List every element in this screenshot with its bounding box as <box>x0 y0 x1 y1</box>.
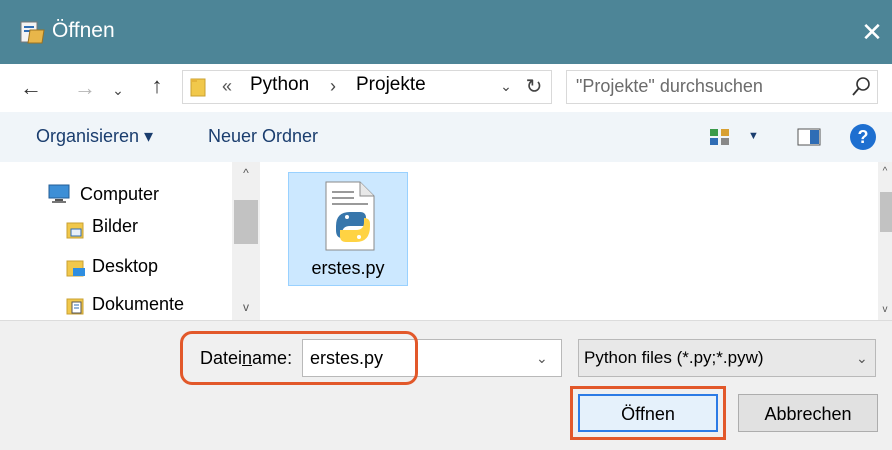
preview-pane-icon[interactable] <box>796 126 822 148</box>
scroll-down-arrow-icon[interactable]: v <box>236 300 256 316</box>
new-folder-button[interactable]: Neuer Ordner <box>208 126 318 147</box>
views-dropdown-icon[interactable]: ▼ <box>748 130 759 142</box>
title-bar <box>0 0 892 64</box>
sidebar-item-dokumente[interactable]: Dokumente <box>92 294 184 315</box>
file-name-label: erstes.py <box>311 258 385 278</box>
breadcrumb-overflow[interactable]: « <box>222 76 232 97</box>
scroll-thumb[interactable] <box>234 200 258 244</box>
window-title: Öffnen <box>52 19 115 42</box>
search-icon[interactable] <box>850 76 872 98</box>
computer-icon <box>46 184 74 204</box>
address-dropdown-button[interactable]: ⌄ <box>496 78 516 98</box>
filetype-dropdown-icon[interactable]: ⌄ <box>856 350 868 367</box>
sidebar-item-desktop[interactable]: Desktop <box>92 256 158 277</box>
filetype-value: Python files (*.py;*.pyw) <box>584 348 764 367</box>
documents-folder-icon <box>66 296 84 316</box>
desktop-folder-icon <box>66 258 86 278</box>
cancel-button-label: Abbrechen <box>764 404 852 424</box>
up-button[interactable]: ↑ <box>142 74 172 100</box>
filename-dropdown-icon[interactable]: ⌄ <box>536 350 548 367</box>
scroll-down-arrow-icon[interactable]: v <box>878 304 892 318</box>
help-icon[interactable]: ? <box>850 124 876 150</box>
breadcrumb-projekte[interactable]: Projekte <box>356 74 426 96</box>
scroll-up-arrow-icon[interactable]: ^ <box>878 166 892 180</box>
refresh-button[interactable]: ↻ <box>522 74 546 100</box>
forward-button[interactable]: → <box>70 76 100 100</box>
file-list-scrollbar[interactable] <box>878 162 892 320</box>
scroll-up-arrow-icon[interactable]: ^ <box>236 166 256 182</box>
back-button[interactable]: ← <box>16 76 46 100</box>
open-button-highlight-annotation <box>570 386 726 440</box>
pictures-folder-icon <box>66 220 84 240</box>
search-placeholder: "Projekte" durchsuchen <box>576 76 763 96</box>
breadcrumb-separator[interactable]: › <box>330 76 336 97</box>
change-view-icon[interactable] <box>708 126 732 148</box>
sidebar-item-computer[interactable]: Computer <box>80 184 159 205</box>
organize-button[interactable]: Organisieren ▾ <box>36 126 153 147</box>
open-dialog-icon <box>20 20 46 44</box>
scroll-thumb[interactable] <box>880 192 892 232</box>
filename-highlight-annotation <box>180 331 418 385</box>
breadcrumb-python[interactable]: Python <box>250 74 309 96</box>
recent-locations-dropdown[interactable]: ⌄ <box>108 78 128 100</box>
sidebar-item-bilder[interactable]: Bilder <box>92 216 138 237</box>
folder-icon <box>190 76 206 98</box>
python-file-icon <box>320 180 380 252</box>
close-button[interactable]: ✕ <box>856 16 888 48</box>
